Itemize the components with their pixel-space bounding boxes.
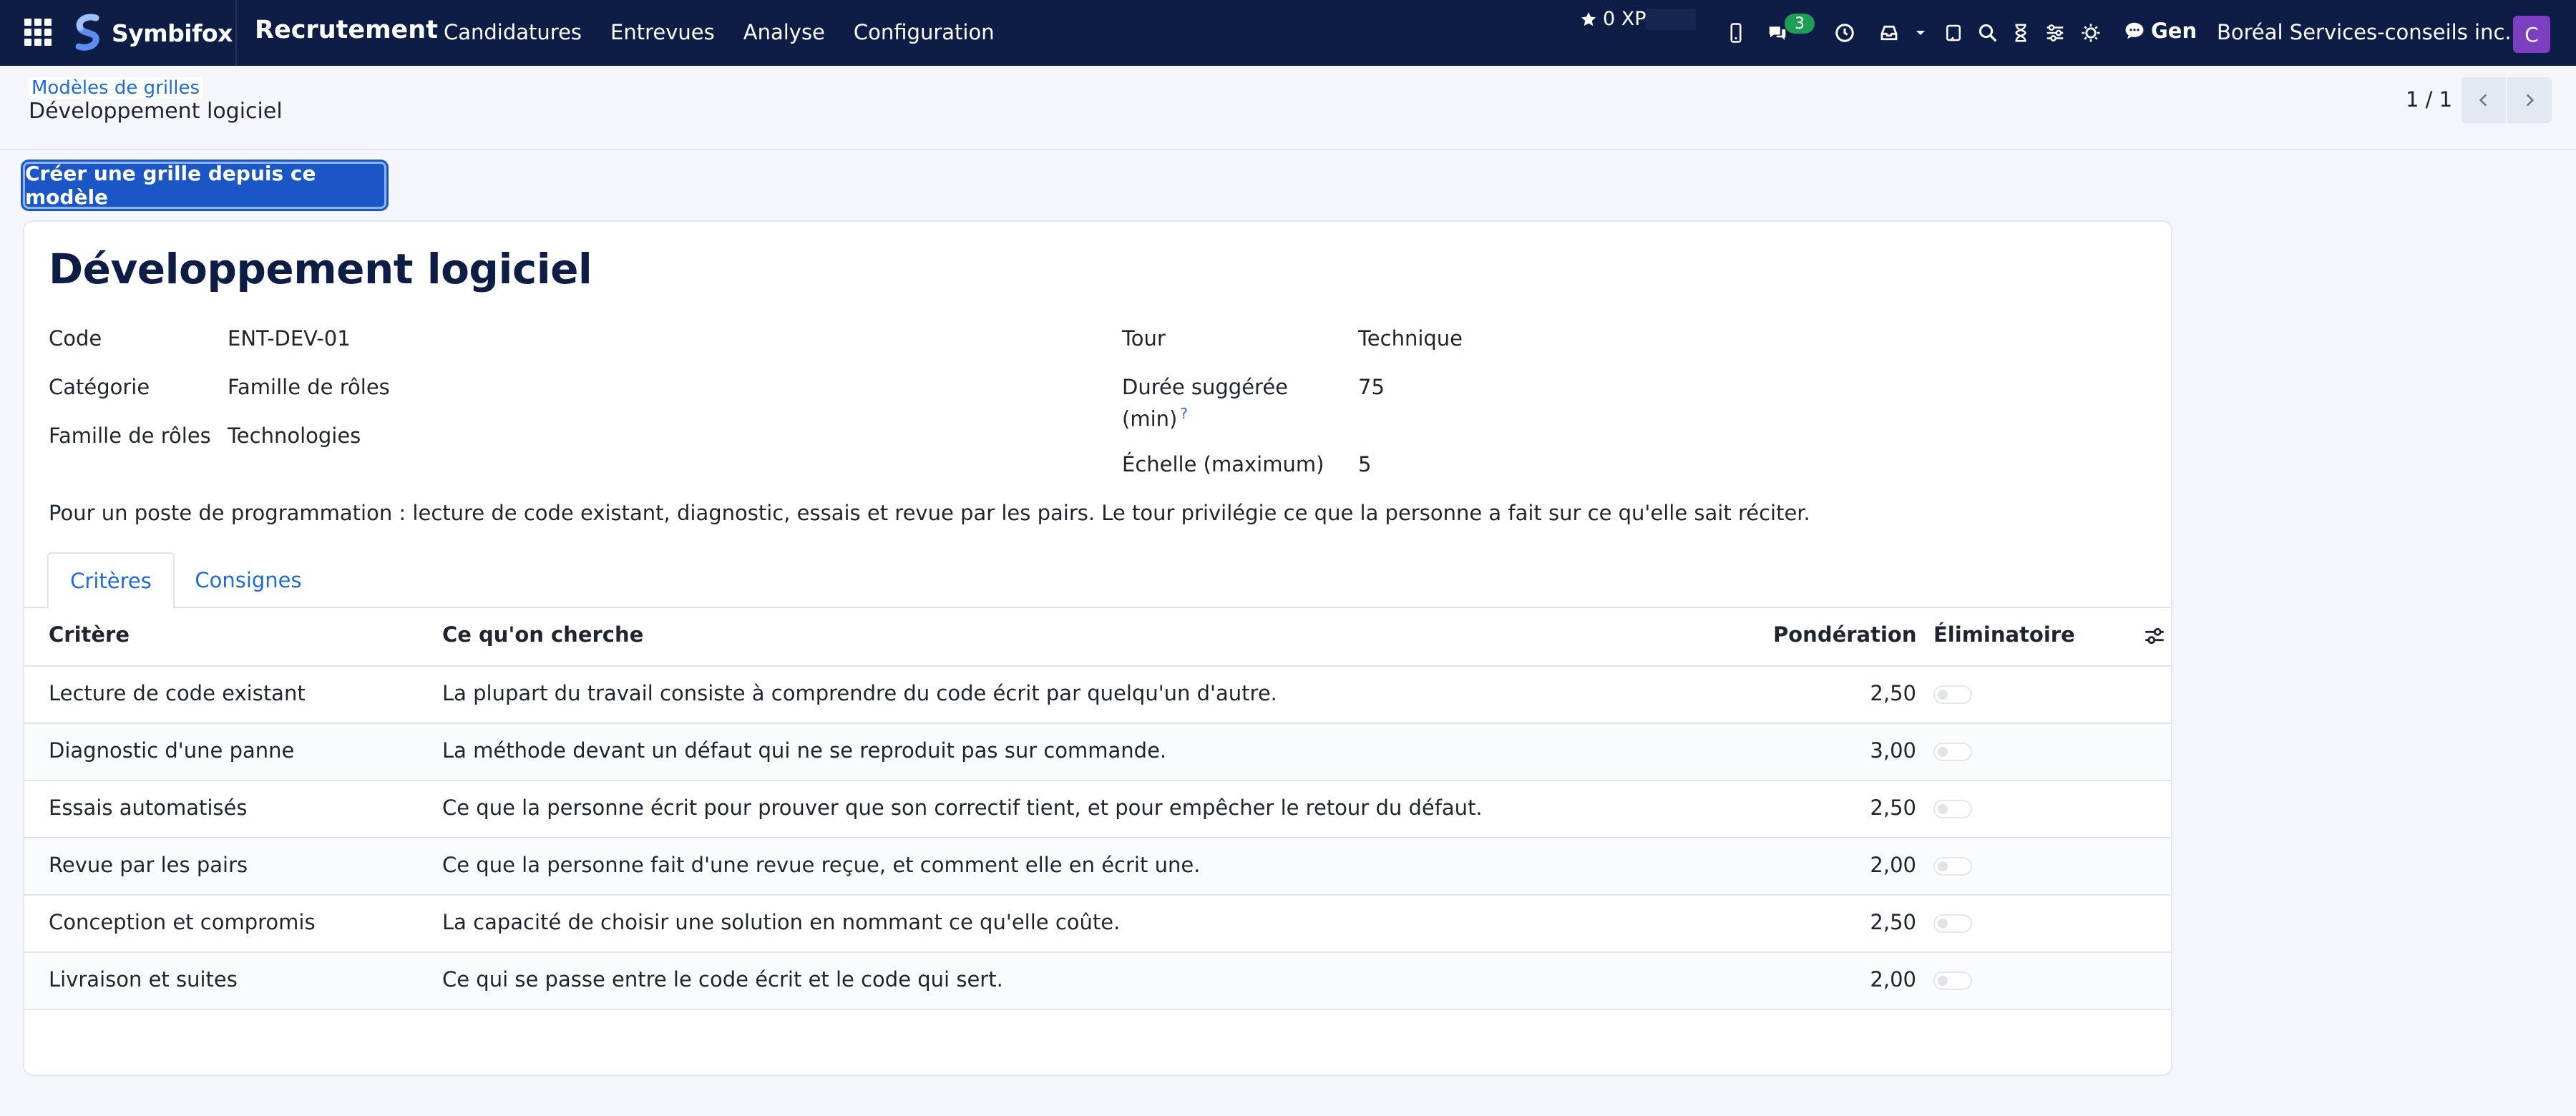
symbifox-logo-icon (75, 14, 99, 51)
brand-name: Symbifox (112, 19, 233, 47)
gen-assistant-button[interactable]: Gen (2124, 19, 2197, 43)
column-settings-icon[interactable] (2142, 624, 2167, 648)
cell-cherche: Ce que la personne fait d'une revue reçu… (442, 853, 1201, 877)
cell-cherche: Ce que la personne écrit pour prouver qu… (442, 796, 1483, 820)
xp-value: 0 XP (1603, 8, 1646, 30)
notebook-tabs: Critères Consignes (24, 552, 2171, 610)
cell-critere: Lecture de code existant (49, 681, 306, 705)
xp-counter[interactable]: 0 XP (1580, 8, 1646, 30)
control-panel: Modèles de grilles Développement logicie… (0, 66, 2576, 150)
apps-grid-icon[interactable] (24, 19, 52, 46)
gen-label: Gen (2151, 19, 2197, 43)
cell-ponderation: 2,50 (1870, 910, 1916, 934)
brand-logo[interactable]: Symbifox (72, 11, 233, 54)
field-label-categorie: Catégorie (49, 375, 150, 399)
criteria-table: Critère Ce qu'on cherche Pondération Éli… (24, 608, 2171, 1010)
company-switcher[interactable]: Boréal Services-conseils inc. (2217, 20, 2512, 44)
record-description[interactable]: Pour un poste de programmation : lecture… (49, 501, 1810, 525)
column-header-critere[interactable]: Critère (49, 622, 130, 647)
inbox-icon[interactable] (1876, 20, 1902, 46)
field-value-categorie[interactable]: Famille de rôles (228, 375, 390, 399)
hourglass-icon[interactable] (2008, 20, 2034, 46)
cell-ponderation: 3,00 (1870, 738, 1916, 763)
tablet-icon[interactable] (1941, 20, 1966, 46)
search-icon[interactable] (1975, 20, 2001, 46)
eliminatoire-toggle[interactable] (1933, 800, 1972, 818)
menu-item-entrevues[interactable]: Entrevues (610, 20, 715, 44)
cell-critere: Diagnostic d'une panne (49, 738, 295, 763)
cell-ponderation: 2,00 (1870, 967, 1916, 992)
sun-icon[interactable] (2078, 20, 2104, 46)
clock-icon[interactable] (1832, 20, 1858, 46)
field-label-duree-line2: (min)? (1122, 405, 1188, 431)
eliminatoire-toggle[interactable] (1933, 685, 1972, 704)
chevron-right-icon (2526, 94, 2534, 107)
record-title: Développement logiciel (49, 245, 592, 293)
breadcrumb-parent-link[interactable]: Modèles de grilles (29, 77, 203, 99)
field-label-code: Code (49, 326, 102, 351)
field-label-duree-line1: Durée suggérée (1122, 375, 1289, 399)
field-value-famille[interactable]: Technologies (228, 424, 361, 448)
eliminatoire-toggle[interactable] (1933, 971, 1972, 990)
tab-consignes[interactable]: Consignes (187, 552, 309, 608)
column-header-ponderation[interactable]: Pondération (1773, 622, 1917, 647)
field-label-famille: Famille de rôles (49, 424, 211, 448)
sliders-icon[interactable] (2042, 20, 2068, 46)
cell-ponderation: 2,00 (1870, 853, 1916, 877)
field-label-duree-unit: (min) (1122, 406, 1178, 431)
form-sheet: Développement logiciel Code ENT-DEV-01 C… (23, 220, 2172, 1076)
xp-progress-strip (1646, 9, 1696, 30)
table-header: Critère Ce qu'on cherche Pondération Éli… (24, 608, 2171, 667)
cell-critere: Livraison et suites (49, 967, 238, 992)
field-value-tour[interactable]: Technique (1358, 326, 1463, 351)
table-row[interactable]: Livraison et suites Ce qui se passe entr… (24, 953, 2171, 1010)
field-value-duree[interactable]: 75 (1358, 375, 1385, 399)
create-grid-from-template-button[interactable]: Créer une grille depuis ce modèle (23, 162, 386, 209)
column-header-eliminatoire[interactable]: Éliminatoire (1933, 622, 2075, 647)
help-tooltip-icon[interactable]: ? (1180, 405, 1188, 422)
cell-cherche: Ce qui se passe entre le code écrit et l… (442, 967, 1003, 992)
cell-critere: Revue par les pairs (49, 853, 248, 877)
table-row[interactable]: Revue par les pairs Ce que la personne f… (24, 838, 2171, 896)
table-row[interactable]: Diagnostic d'une panne La méthode devant… (24, 724, 2171, 781)
cell-cherche: La méthode devant un défaut qui ne se re… (442, 738, 1167, 763)
phone-icon[interactable] (1723, 20, 1749, 46)
cell-cherche: La capacité de choisir une solution en n… (442, 910, 1121, 934)
pager-counter[interactable]: 1 / 1 (2406, 87, 2452, 112)
field-label-echelle: Échelle (maximum) (1122, 452, 1324, 476)
tab-criteres[interactable]: Critères (47, 552, 175, 610)
chat-count-badge: 3 (1785, 14, 1815, 34)
cell-ponderation: 2,50 (1870, 796, 1916, 820)
cell-cherche: La plupart du travail consiste à compren… (442, 681, 1277, 705)
caret-down-icon[interactable] (1912, 20, 1929, 46)
menu-item-analyse[interactable]: Analyse (743, 20, 825, 44)
eliminatoire-toggle[interactable] (1933, 857, 1972, 876)
field-value-code[interactable]: ENT-DEV-01 (228, 326, 351, 351)
breadcrumb-current: Développement logiciel (29, 99, 283, 124)
top-navbar: Symbifox Recrutement Candidatures Entrev… (0, 0, 2576, 66)
cell-ponderation: 2,50 (1870, 681, 1916, 705)
menu-item-configuration[interactable]: Configuration (854, 20, 995, 44)
chevron-left-icon (2479, 94, 2487, 107)
table-row[interactable]: Lecture de code existant La plupart du t… (24, 667, 2171, 724)
pager-next-button[interactable] (2507, 77, 2552, 123)
app-title[interactable]: Recrutement (255, 16, 438, 44)
cell-critere: Essais automatisés (49, 796, 248, 820)
pager-previous-button[interactable] (2462, 77, 2506, 123)
field-label-tour: Tour (1122, 326, 1166, 351)
navbar-divider (235, 0, 237, 66)
column-header-cherche[interactable]: Ce qu'on cherche (442, 622, 643, 647)
field-value-echelle[interactable]: 5 (1358, 452, 1371, 476)
table-row[interactable]: Conception et compromis La capacité de c… (24, 896, 2171, 953)
star-icon (1581, 11, 1596, 26)
user-avatar[interactable]: C (2513, 16, 2550, 53)
menu-item-candidatures[interactable]: Candidatures (444, 20, 582, 44)
table-row[interactable]: Essais automatisés Ce que la personne éc… (24, 781, 2171, 838)
eliminatoire-toggle[interactable] (1933, 743, 1972, 761)
cell-critere: Conception et compromis (49, 910, 316, 934)
speech-bubble-icon (2125, 22, 2144, 39)
main-menu: Candidatures Entrevues Analyse Configura… (444, 20, 1023, 44)
eliminatoire-toggle[interactable] (1933, 914, 1972, 933)
